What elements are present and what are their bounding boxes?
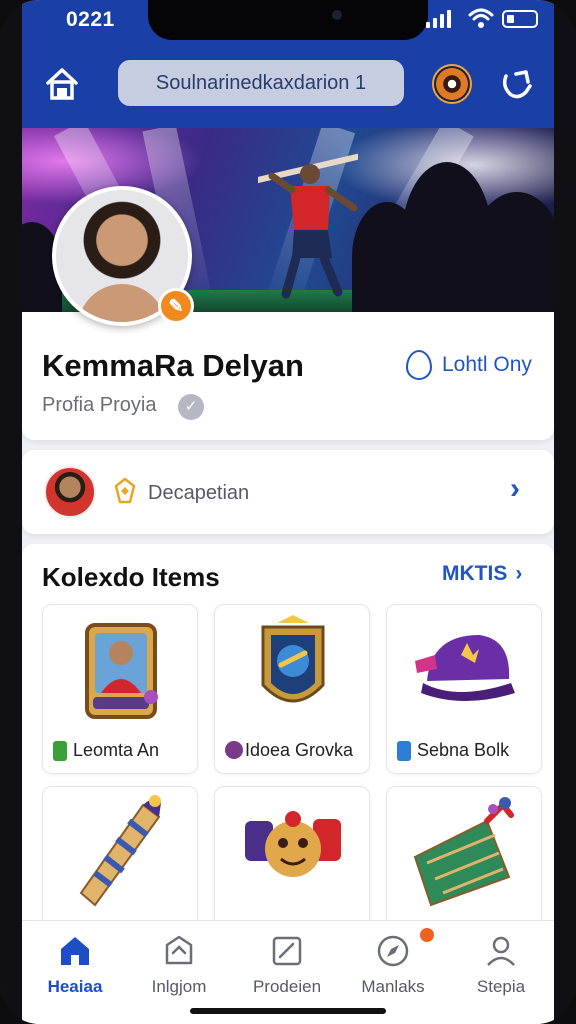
player-card-icon (85, 623, 158, 719)
tab-settings[interactable]: Stepia (456, 933, 546, 997)
coin-avatar-icon[interactable] (432, 64, 472, 104)
shield-badge-icon (261, 615, 325, 703)
battery-icon (502, 10, 538, 28)
tab-label: Manlaks (361, 977, 425, 996)
deposit-row[interactable]: Decapetian › (22, 450, 554, 534)
tab-label: Stepia (476, 977, 526, 996)
crowd-silhouette (472, 192, 554, 312)
tab-products[interactable]: Prodeien (242, 933, 332, 997)
collection-item[interactable]: Idoea Grovka (214, 604, 370, 774)
search-field[interactable]: Soulnarinedkaxdarion 1 (118, 60, 404, 106)
item-badge (53, 741, 67, 761)
ring-icon (406, 350, 432, 380)
collection-item[interactable]: Sebna Bolk (386, 604, 542, 774)
edit-badge-icon[interactable]: ✎ (158, 288, 194, 324)
mascot-icon (245, 811, 341, 877)
tab-markets[interactable]: Manlaks (348, 933, 438, 997)
collection-section: Kolexdo Items MKTIS › Leomta An Idoea Gr… (22, 544, 554, 946)
collection-more-link[interactable]: MKTIS › (442, 562, 522, 586)
tab-label: Inlgjom (151, 977, 207, 996)
home-indicator[interactable] (190, 1008, 386, 1014)
item-badge (397, 741, 411, 761)
profile-card: KemmaRa Delyan Profia Proyia ✓ Lohtl Ony (22, 312, 554, 440)
scarf-icon (79, 795, 161, 907)
wifi-icon (468, 8, 494, 28)
edit-icon (272, 936, 302, 966)
item-label: Leomta An (73, 740, 160, 760)
phone-frame: 0221 Soulnarinedkaxdarion 1 KemmaRa Dely… (0, 0, 576, 1024)
item-label: Idoea Grovka (245, 740, 354, 760)
collection-item[interactable]: Leomta An (42, 604, 198, 774)
camera-notch (148, 0, 428, 40)
chevron-right-icon[interactable]: › (510, 472, 520, 506)
tab-label: Heaiaa (47, 977, 103, 996)
avatar (44, 466, 96, 518)
home-icon (61, 937, 89, 965)
notification-dot (420, 928, 434, 942)
tab-label: Prodeien (252, 977, 322, 996)
deposit-label: Decapetian (148, 482, 250, 504)
online-status-button[interactable]: Lohtl Ony (406, 350, 532, 380)
tab-inbox[interactable]: Inlgjom (134, 933, 224, 997)
tray-icon (165, 935, 193, 965)
cap-icon (415, 635, 515, 701)
camera-icon (332, 10, 342, 20)
compass-icon (377, 935, 409, 967)
signal-icon (426, 10, 451, 28)
collection-title: Kolexdo Items (42, 562, 220, 592)
tab-home[interactable]: Heaiaa (30, 933, 120, 997)
player-figure (258, 153, 358, 299)
status-time: 0221 (66, 8, 115, 31)
home-icon[interactable] (42, 64, 82, 104)
profile-icon (487, 936, 515, 966)
item-badge (225, 741, 243, 759)
screen: 0221 Soulnarinedkaxdarion 1 KemmaRa Dely… (22, 0, 554, 1024)
profile-subtitle: Profia Proyia (42, 394, 157, 416)
trophy-icon (413, 797, 514, 907)
check-icon: ✓ (178, 394, 204, 420)
chevron-right-icon: › (515, 562, 523, 585)
more-label: MKTIS (442, 562, 508, 585)
item-label: Sebna Bolk (417, 740, 510, 760)
online-status-label: Lohtl Ony (442, 353, 532, 376)
status-bar: 0221 (22, 0, 554, 40)
star-icon (114, 477, 136, 504)
profile-name: KemmaRa Delyan (42, 348, 304, 383)
share-icon[interactable] (496, 64, 536, 104)
app-bar: Soulnarinedkaxdarion 1 (22, 40, 554, 128)
